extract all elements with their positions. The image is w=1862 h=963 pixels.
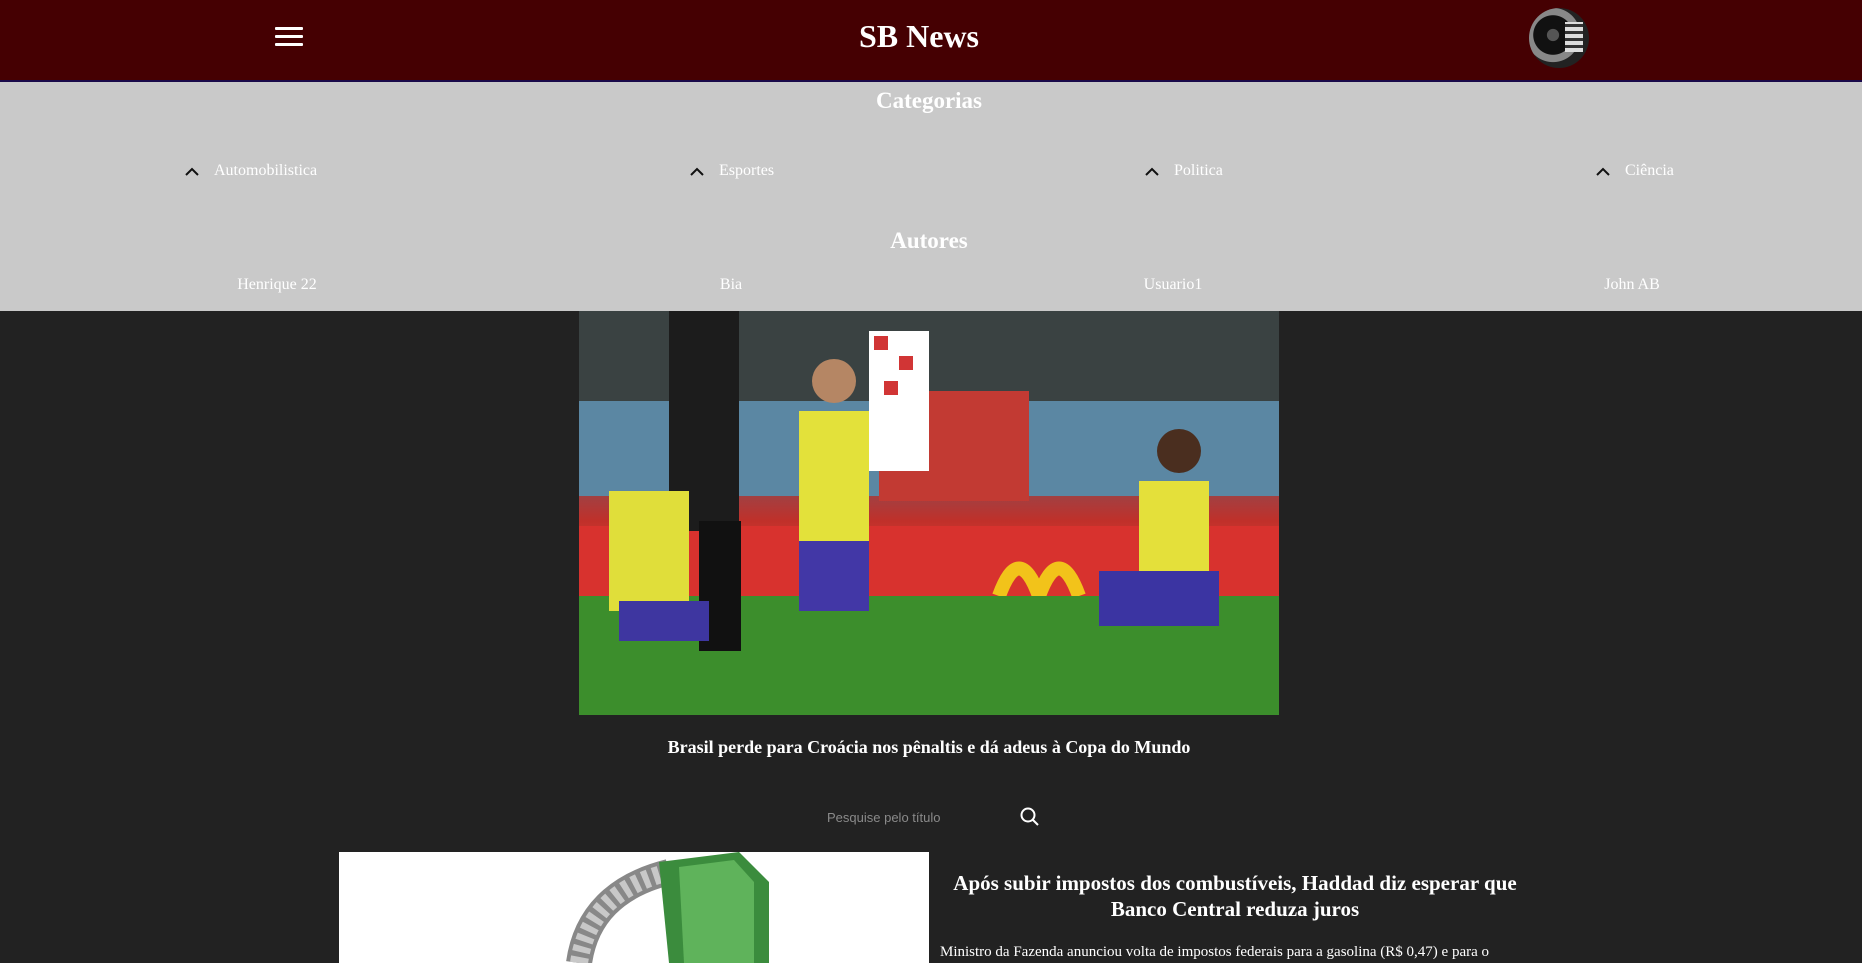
chevron-up-icon <box>690 167 704 176</box>
user-avatar[interactable] <box>1529 8 1589 68</box>
chevron-up-icon <box>1596 167 1610 176</box>
article-summary: Ministro da Fazenda anunciou volta de im… <box>940 944 1490 960</box>
article-title[interactable]: Após subir impostos dos combustíveis, Ha… <box>950 870 1520 922</box>
search-icon[interactable] <box>1019 806 1041 828</box>
author-link[interactable]: John AB <box>1604 276 1660 294</box>
featured-news-image[interactable] <box>579 311 1279 715</box>
authors-title: Autores <box>890 228 968 253</box>
article-image[interactable] <box>339 852 929 963</box>
category-label: Automobilistica <box>214 162 318 179</box>
author-link[interactable]: Usuario1 <box>1144 276 1203 294</box>
fuel-nozzle-illustration <box>566 852 769 963</box>
category-label: Ciência <box>1625 162 1674 179</box>
search-input[interactable] <box>817 805 1007 829</box>
featured-news-title[interactable]: Brasil perde para Croácia nos pênaltis e… <box>579 737 1279 758</box>
search-bar <box>817 800 1057 834</box>
author-link[interactable]: Bia <box>720 276 742 294</box>
category-esportes[interactable]: Esportes <box>689 162 774 180</box>
categories-title: Categorias <box>875 88 983 113</box>
category-automobilistica[interactable]: Automobilistica <box>184 162 317 180</box>
category-label: Politica <box>1174 162 1223 179</box>
menu-dropdown: Categorias Automobilistica Esportes Poli… <box>0 82 1862 311</box>
category-label: Esportes <box>719 162 775 179</box>
author-link[interactable]: Henrique 22 <box>237 276 317 294</box>
top-header: SB News <box>0 0 1862 82</box>
chevron-up-icon <box>185 167 199 176</box>
football-players-illustration <box>579 311 1279 715</box>
chevron-up-icon <box>1145 167 1159 176</box>
category-ciencia[interactable]: Ciência <box>1595 162 1674 180</box>
category-politica[interactable]: Politica <box>1144 162 1223 180</box>
